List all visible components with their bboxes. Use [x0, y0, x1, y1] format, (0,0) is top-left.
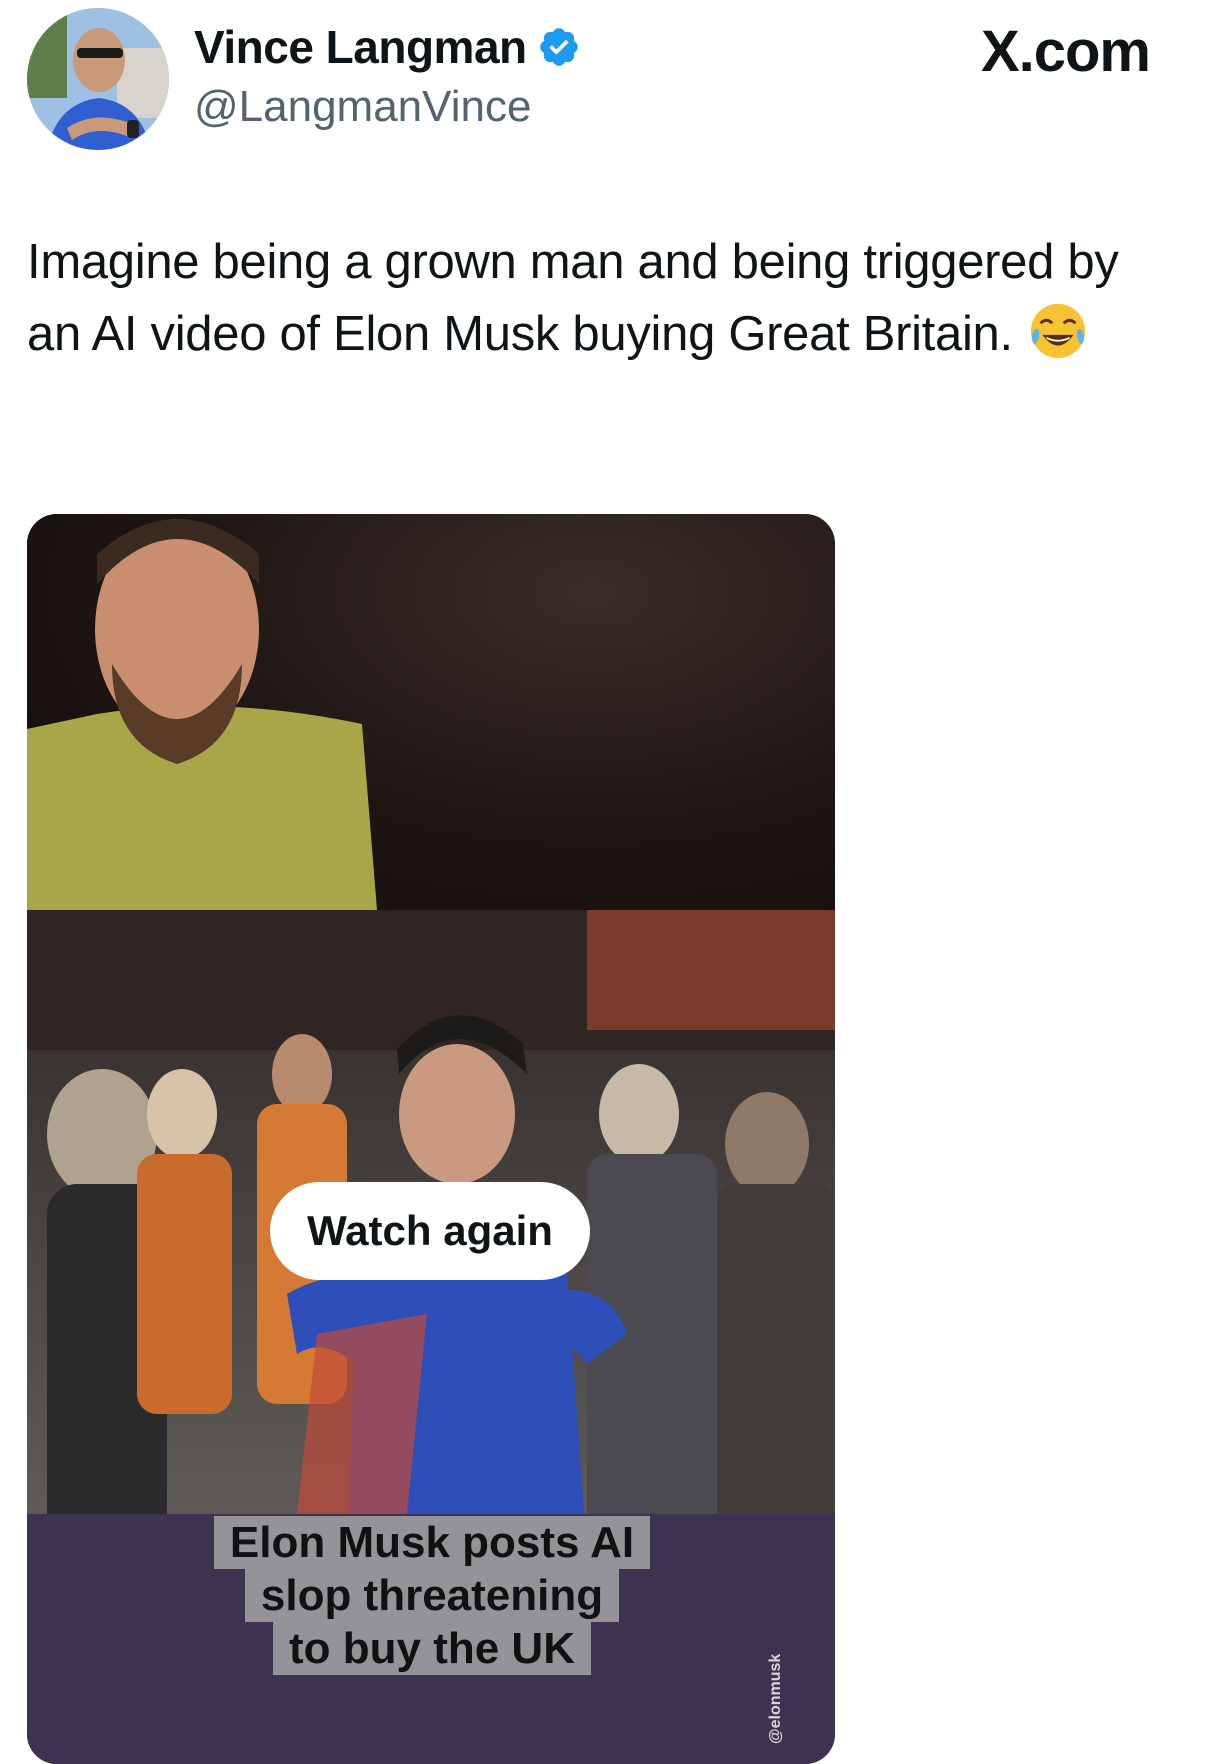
- site-label: X.com: [980, 19, 1151, 84]
- tweet-text: Imagine being a grown man and being trig…: [27, 226, 1177, 370]
- watermark-label: @elonmusk: [767, 1653, 784, 1744]
- tweet-text-content: Imagine being a grown man and being trig…: [27, 235, 1119, 361]
- caption-line: to buy the UK: [273, 1622, 591, 1675]
- author-name-row: Vince Langman: [194, 20, 581, 74]
- avatar[interactable]: [27, 8, 169, 150]
- caption-line: Elon Musk posts AI: [213, 1516, 651, 1569]
- verified-badge-icon: [537, 25, 581, 69]
- watch-again-button[interactable]: Watch again: [270, 1182, 590, 1280]
- face-with-tears-of-joy-icon: [1027, 300, 1089, 362]
- video-player[interactable]: Watch again @elonmusk Elon Musk posts AI…: [27, 514, 835, 1764]
- caption-line: slop threatening: [244, 1569, 620, 1622]
- display-name[interactable]: Vince Langman: [194, 20, 527, 74]
- author-handle[interactable]: @LangmanVince: [194, 82, 531, 132]
- avatar-photo: [27, 8, 169, 150]
- video-caption: Elon Musk posts AI slop threatening to b…: [202, 1516, 662, 1675]
